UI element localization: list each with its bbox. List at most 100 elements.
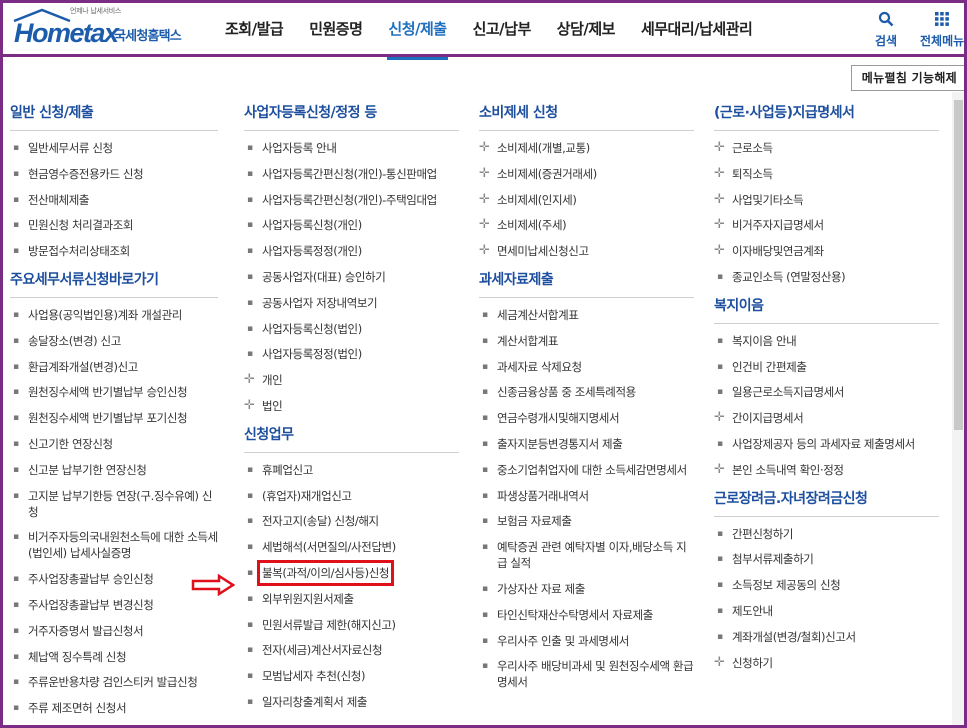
menu-link[interactable]: ✛ 사업및기타소득 [714, 192, 939, 208]
menu-link[interactable]: ▪ 일용근로소득지급명세서 [714, 384, 939, 400]
expand-plus-icon[interactable]: ✛ [714, 410, 732, 425]
menu-link[interactable]: ✛ 면세미납세신청신고 [479, 243, 694, 259]
expand-plus-icon[interactable]: ✛ [714, 243, 732, 258]
search-button[interactable]: 검색 [875, 10, 897, 49]
expand-plus-icon[interactable]: ✛ [714, 140, 732, 155]
menu-link[interactable]: ▪ 방문접수처리상태조회 [10, 243, 218, 259]
menu-link[interactable]: ▪ 보험금 자료제출 [479, 513, 694, 529]
menu-link[interactable]: ✛ 소비제세(증권거래세) [479, 166, 694, 182]
menu-link[interactable]: ▪ 민원서류발급 제한(해지신고) [244, 617, 459, 633]
section-title[interactable]: 사업자등록신청/정정 등 [244, 102, 459, 131]
menu-link[interactable]: ▪ 종교인소득 (연말정산용) [714, 269, 939, 285]
menu-link[interactable]: ▪ 인건비 간편제출 [714, 359, 939, 375]
menu-link[interactable]: ▪ 사업자등록신청(개인) [244, 217, 459, 233]
menu-link[interactable]: ✛ 개인 [244, 372, 459, 388]
expand-plus-icon[interactable]: ✛ [714, 655, 732, 670]
section-title[interactable]: 복지이음 [714, 295, 939, 324]
menu-link[interactable]: ▪ 전자고지(송달) 신청/해지 [244, 513, 459, 529]
menu-link[interactable]: ✛ 신청하기 [714, 655, 939, 671]
nav-item-3[interactable]: 신청/제출 [375, 0, 459, 60]
section-title[interactable]: (근로·사업등)지급명세서 [714, 102, 939, 131]
menu-link[interactable]: ▪ 거주자증명서 발급신청서 [10, 623, 218, 639]
nav-item-4[interactable]: 신고/납부 [460, 0, 544, 57]
menu-link[interactable]: ✛ 퇴직소득 [714, 166, 939, 182]
menu-link[interactable]: ▪ 첨부서류제출하기 [714, 551, 939, 567]
menu-link[interactable]: ▪ 사업자등록간편신청(개인)-주택임대업 [244, 192, 459, 208]
menu-link[interactable]: ▪ 사업자등록 안내 [244, 140, 459, 156]
expand-plus-icon[interactable]: ✛ [714, 462, 732, 477]
menu-link[interactable]: ▪ 불복(과적/이의/심사등)신청 [244, 559, 459, 586]
all-menu-button[interactable]: 전체메뉴 [920, 10, 964, 49]
menu-link[interactable]: ▪ 휴폐업신고 [244, 462, 459, 478]
menu-link[interactable]: ▪ 전산매체제출 [10, 192, 218, 208]
nav-item-6[interactable]: 세무대리/납세관리 [628, 0, 765, 57]
menu-link[interactable]: ▪ 주사업장총괄납부 변경신청 [10, 597, 218, 613]
menu-link[interactable]: ▪ 공동사업자(대표) 승인하기 [244, 269, 459, 285]
menu-link[interactable]: ▪ 체납액 징수특례 신청 [10, 649, 218, 665]
section-title[interactable]: 소비제세 신청 [479, 102, 694, 131]
menu-link[interactable]: ▪ 주사업장총괄납부 승인신청 [10, 571, 218, 587]
menu-link[interactable]: ▪ 비거주자등의국내원천소득에 대한 소득세(법인세) 납세사실증명 [10, 529, 218, 561]
menu-link[interactable]: ✛ 소비제세(개별,교통) [479, 140, 694, 156]
expand-plus-icon[interactable]: ✛ [244, 398, 262, 413]
menu-link[interactable]: ▪ 가상자산 자료 제출 [479, 581, 694, 597]
menu-link[interactable]: ▪ 예탁증권 관련 예탁자별 이자,배당소득 지급 실적 [479, 539, 694, 571]
expand-plus-icon[interactable]: ✛ [714, 166, 732, 181]
menu-link[interactable]: ▪ 사업용(공익법인용)계좌 개설관리 [10, 307, 218, 323]
menu-link[interactable]: ▪ 일반세무서류 신청 [10, 140, 218, 156]
menu-link[interactable]: ▪ 계좌개설(변경/철회)신고서 [714, 629, 939, 645]
menu-link[interactable]: ▪ 우리사주 인출 및 과세명세서 [479, 633, 694, 649]
menu-link[interactable]: ▪ 파생상품거래내역서 [479, 488, 694, 504]
section-title[interactable]: 근로장려금.자녀장려금신청 [714, 488, 939, 517]
menu-link[interactable]: ▪ 원천징수세액 반기별납부 승인신청 [10, 384, 218, 400]
expand-plus-icon[interactable]: ✛ [479, 192, 497, 207]
menu-link[interactable]: ▪ 사업자등록정정(개인) [244, 243, 459, 259]
menu-link[interactable]: ▪ 우리사주 배당비과세 및 원천징수세액 환급명세서 [479, 658, 694, 690]
menu-link[interactable]: ✛ 근로소득 [714, 140, 939, 156]
menu-link[interactable]: ✛ 법인 [244, 398, 459, 414]
menu-link[interactable]: ▪ 출자지분등변경통지서 제출 [479, 436, 694, 452]
menu-link[interactable]: ✛ 소비제세(인지세) [479, 192, 694, 208]
menu-link[interactable]: ▪ 과세자료 삭제요청 [479, 359, 694, 375]
section-title[interactable]: 주요세무서류신청바로가기 [10, 269, 218, 298]
expand-plus-icon[interactable]: ✛ [479, 140, 497, 155]
menu-link[interactable]: ▪ 소득정보 제공동의 신청 [714, 577, 939, 593]
menu-link[interactable]: ▪ 모범납세자 추천(신청) [244, 668, 459, 684]
menu-link[interactable]: ✛ 소비제세(주세) [479, 217, 694, 233]
menu-collapse-toggle-button[interactable]: 메뉴펼침 기능해제 [850, 65, 967, 91]
expand-plus-icon[interactable]: ✛ [479, 217, 497, 232]
menu-link[interactable]: ✛ 비거주자지급명세서 [714, 217, 939, 233]
section-title[interactable]: 일반 신청/제출 [10, 102, 218, 131]
menu-link[interactable]: ▪ (휴업자)재개업신고 [244, 488, 459, 504]
menu-link[interactable]: ▪ 고지분 납부기한등 연장(구.징수유예) 신청 [10, 488, 218, 520]
expand-plus-icon[interactable]: ✛ [479, 243, 497, 258]
menu-link[interactable]: ▪ 신고기한 연장신청 [10, 436, 218, 452]
menu-link[interactable]: ▪ 일자리창출계획서 제출 [244, 694, 459, 710]
menu-link[interactable]: ▪ 원천징수세액 반기별납부 포기신청 [10, 410, 218, 426]
menu-link[interactable]: ▪ 전자(세금)계산서자료신청 [244, 642, 459, 658]
nav-item-5[interactable]: 상담/제보 [544, 0, 628, 57]
expand-plus-icon[interactable]: ✛ [714, 217, 732, 232]
section-title[interactable]: 신청업무 [244, 424, 459, 453]
menu-link[interactable]: ▪ 세금계산서합계표 [479, 307, 694, 323]
nav-item-2[interactable]: 민원증명 [296, 0, 375, 57]
menu-link[interactable]: ▪ 신고분 납부기한 연장신청 [10, 462, 218, 478]
expand-plus-icon[interactable]: ✛ [244, 372, 262, 387]
menu-link[interactable]: ✛ 본인 소득내역 확인·정정 [714, 462, 939, 478]
menu-link[interactable]: ▪ 송달장소(변경) 신고 [10, 333, 218, 349]
menu-link[interactable]: ▪ 중소기업취업자에 대한 소득세감면명세서 [479, 462, 694, 478]
section-title[interactable]: 과세자료제출 [479, 269, 694, 298]
menu-link[interactable]: ▪ 간편신청하기 [714, 526, 939, 542]
menu-link[interactable]: ✛ 이자배당및연금계좌 [714, 243, 939, 259]
menu-link[interactable]: ▪ 주류 제조면허 신청서 [10, 700, 218, 716]
menu-link[interactable]: ▪ 사업자등록간편신청(개인)-통신판매업 [244, 166, 459, 182]
hometax-logo[interactable]: 언제나 납세서비스 Hometax 국세청홈택스 [10, 6, 195, 50]
menu-link[interactable]: ▪ 외부위원지원서제출 [244, 591, 459, 607]
menu-link[interactable]: ▪ 사업장제공자 등의 과세자료 제출명세서 [714, 436, 939, 452]
menu-link[interactable]: ▪ 신종금융상품 중 조세특례적용 [479, 384, 694, 400]
menu-link[interactable]: ▪ 세법해석(서면질의/사전답변) [244, 539, 459, 555]
menu-link[interactable]: ▪ 복지이음 안내 [714, 333, 939, 349]
menu-link[interactable]: ✛ 간이지급명세서 [714, 410, 939, 426]
expand-plus-icon[interactable]: ✛ [714, 192, 732, 207]
expand-plus-icon[interactable]: ✛ [479, 166, 497, 181]
